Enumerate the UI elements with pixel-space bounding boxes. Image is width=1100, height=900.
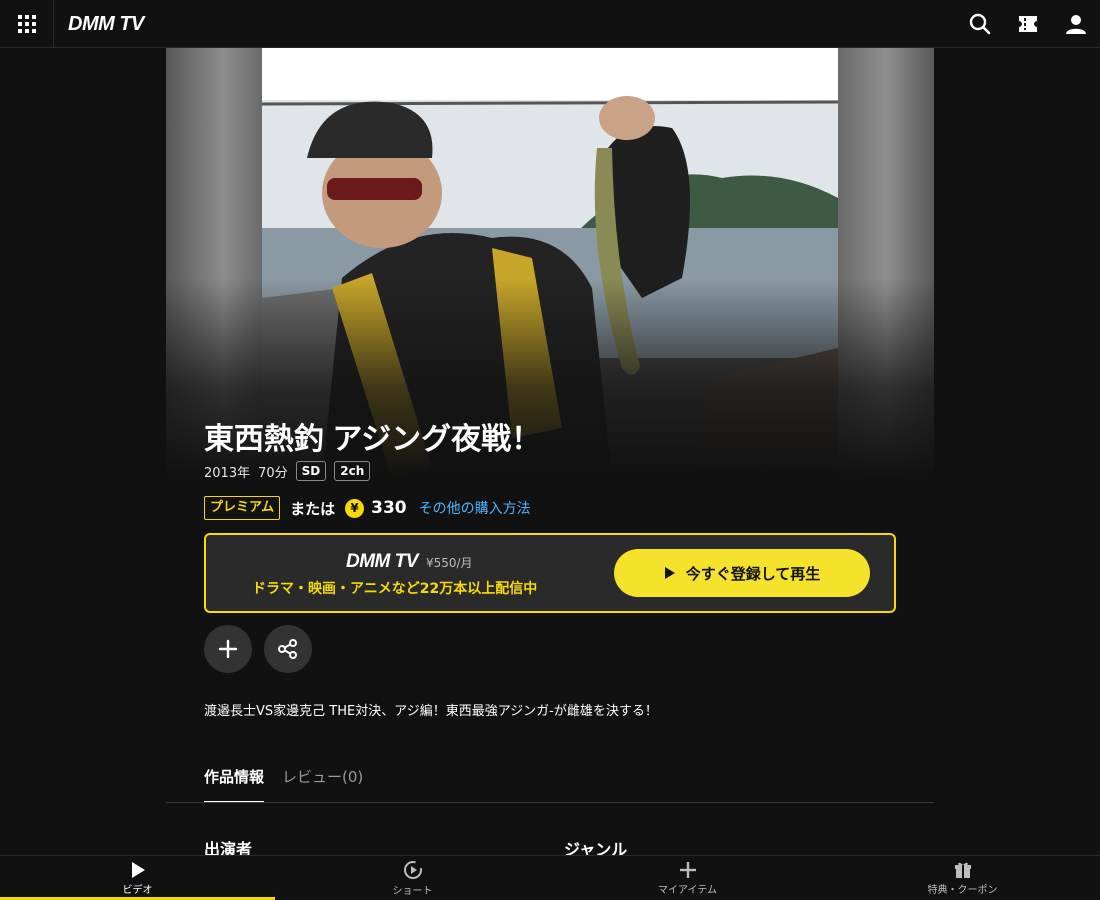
dmm-tv-logo[interactable]: DMM TV — [68, 13, 144, 36]
bottom-nav: ビデオ ショート マイアイテム 特典・クーポン — [0, 855, 1100, 900]
coin-icon: ¥ — [345, 498, 365, 518]
title-meta: 2013年 70分 SD 2ch — [204, 461, 371, 481]
description-text: 渡邉長士VS家邊克己 THE対決、アジ編！東西最強アジンガ-が雌雄を決する！ — [204, 704, 658, 719]
tab-work-info[interactable]: 作品情報 — [204, 766, 265, 803]
detail-tabs: 作品情報 レビュー(0) — [204, 766, 363, 803]
quality-badge: SD — [295, 461, 327, 481]
subscribe-play-button[interactable]: 今すぐ登録して再生 — [614, 549, 870, 597]
or-label: または — [290, 499, 336, 518]
nav-item-coupons[interactable]: 特典・クーポン — [825, 856, 1100, 900]
top-bar: DMM TV — [0, 0, 1100, 48]
dmm-tv-logo-small: DMM TV — [346, 551, 418, 572]
release-year: 2013年 — [204, 465, 251, 481]
subscribe-logo-row: DMM TV ¥550/月 — [346, 551, 473, 573]
play-icon — [131, 861, 145, 878]
nav-label-coupons: 特典・クーポン — [927, 884, 998, 896]
duration: 70分 — [258, 465, 288, 481]
nav-item-my-items[interactable]: マイアイテム — [550, 856, 825, 900]
plus-icon — [218, 639, 238, 659]
user-icon[interactable] — [1064, 12, 1088, 36]
share-icon — [278, 639, 297, 659]
gift-icon — [954, 862, 971, 878]
share-button[interactable] — [264, 625, 312, 673]
short-play-icon — [403, 860, 422, 879]
subscribe-tagline: ドラマ・映画・アニメなど22万本以上配信中 — [252, 581, 538, 597]
nav-label-video: ビデオ — [122, 884, 153, 896]
add-to-list-button[interactable] — [204, 625, 252, 673]
monthly-price: ¥550/月 — [425, 556, 473, 570]
rental-price: 330 — [371, 498, 407, 518]
nav-item-video[interactable]: ビデオ — [0, 856, 275, 900]
audio-badge: 2ch — [334, 461, 371, 481]
subscribe-play-label: 今すぐ登録して再生 — [685, 564, 821, 583]
price-row: プレミアム または ¥ 330 その他の購入方法 — [204, 495, 531, 521]
page-title: 東西熱釣 アジング夜戦！ — [204, 423, 542, 456]
plus-icon — [679, 861, 696, 878]
nav-label-my-items: マイアイテム — [658, 884, 717, 896]
apps-grid-icon[interactable] — [0, 0, 54, 48]
premium-badge: プレミアム — [204, 496, 281, 520]
nav-item-short[interactable]: ショート — [275, 856, 550, 900]
search-icon[interactable] — [968, 12, 992, 36]
tab-reviews[interactable]: レビュー(0) — [282, 766, 363, 803]
other-purchase-link[interactable]: その他の購入方法 — [419, 498, 531, 518]
tab-divider — [166, 802, 934, 803]
ticket-icon[interactable] — [1016, 12, 1040, 36]
play-icon — [664, 567, 675, 579]
subscribe-banner: DMM TV ¥550/月 ドラマ・映画・アニメなど22万本以上配信中 今すぐ登… — [204, 533, 896, 613]
nav-label-short: ショート — [392, 885, 433, 897]
